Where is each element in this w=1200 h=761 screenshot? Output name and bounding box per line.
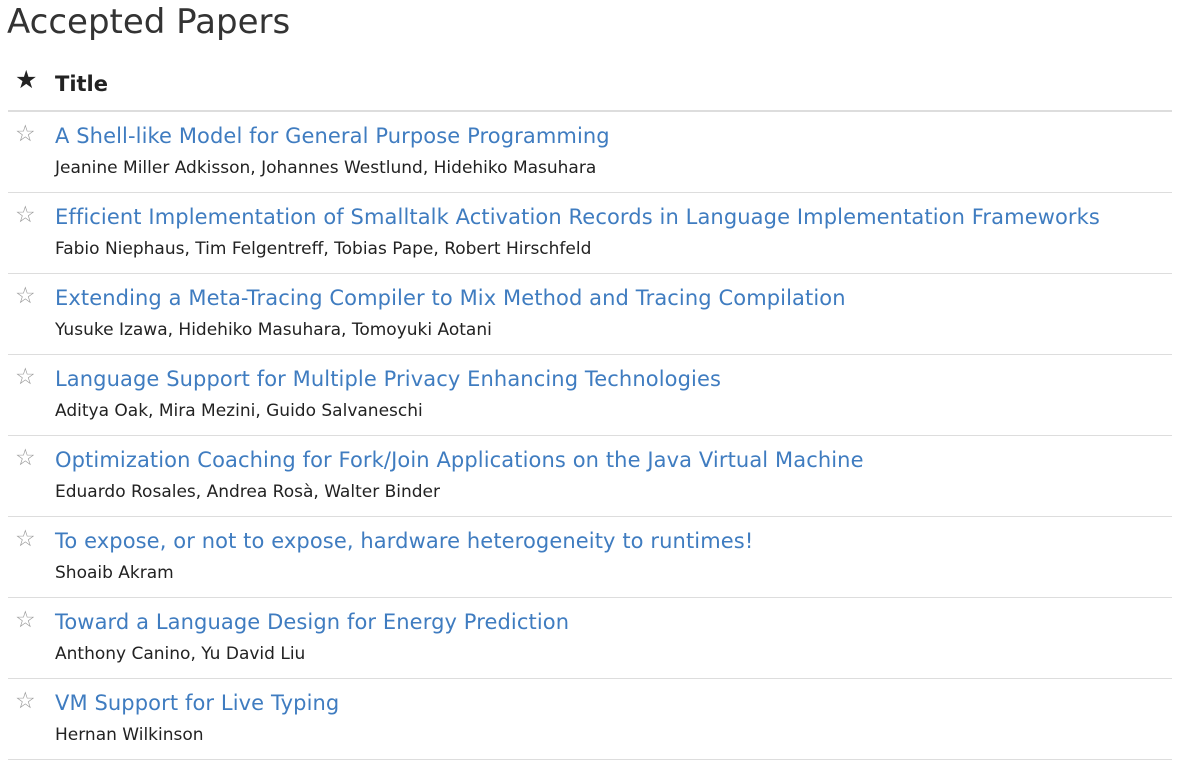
papers-table: ★ Title ☆ A Shell-like Model for General … — [8, 62, 1172, 760]
paper-title-link[interactable]: Language Support for Multiple Privacy En… — [55, 367, 721, 391]
paper-authors: Jeanine Miller Adkisson, Johannes Westlu… — [55, 158, 597, 178]
paper-authors: Anthony Canino, Yu David Liu — [55, 644, 306, 664]
table-row: ☆ Optimization Coaching for Fork/Join App… — [8, 436, 1172, 517]
star-filled-icon[interactable]: ★ — [15, 67, 37, 92]
star-outline-icon[interactable]: ☆ — [15, 366, 36, 389]
table-header: ★ Title — [8, 62, 1172, 112]
star-outline-icon[interactable]: ☆ — [15, 285, 36, 308]
table-row: ☆ Language Support for Multiple Privacy E… — [8, 355, 1172, 436]
paper-title-link[interactable]: Extending a Meta-Tracing Compiler to Mix… — [55, 286, 846, 310]
paper-title-link[interactable]: To expose, or not to expose, hardware he… — [55, 529, 753, 553]
star-outline-icon[interactable]: ☆ — [15, 204, 36, 227]
paper-authors: Yusuke Izawa, Hidehiko Masuhara, Tomoyuk… — [55, 320, 492, 340]
paper-title-link[interactable]: Efficient Implementation of Smalltalk Ac… — [55, 205, 1100, 229]
star-outline-icon[interactable]: ☆ — [15, 528, 36, 551]
paper-authors: Hernan Wilkinson — [55, 725, 204, 745]
paper-authors: Shoaib Akram — [55, 563, 174, 583]
table-row: ☆ Extending a Meta-Tracing Compiler to Mi… — [8, 274, 1172, 355]
star-outline-icon[interactable]: ☆ — [15, 123, 36, 146]
table-row: ☆ Toward a Language Design for Energy Pre… — [8, 598, 1172, 679]
star-outline-icon[interactable]: ☆ — [15, 609, 36, 632]
table-row: ☆ A Shell-like Model for General Purpose … — [8, 112, 1172, 193]
column-header-title[interactable]: Title — [55, 72, 108, 96]
page-title: Accepted Papers — [7, 2, 291, 42]
paper-authors: Eduardo Rosales, Andrea Rosà, Walter Bin… — [55, 482, 440, 502]
star-outline-icon[interactable]: ☆ — [15, 690, 36, 713]
paper-title-link[interactable]: VM Support for Live Typing — [55, 691, 339, 715]
paper-title-link[interactable]: Toward a Language Design for Energy Pred… — [55, 610, 569, 634]
table-row: ☆ Efficient Implementation of Smalltalk A… — [8, 193, 1172, 274]
paper-title-link[interactable]: Optimization Coaching for Fork/Join Appl… — [55, 448, 864, 472]
table-body: ☆ A Shell-like Model for General Purpose … — [8, 112, 1172, 760]
paper-title-link[interactable]: A Shell-like Model for General Purpose P… — [55, 124, 610, 148]
table-row: ☆ VM Support for Live Typing Hernan Wilkin… — [8, 679, 1172, 760]
table-row: ☆ To expose, or not to expose, hardware h… — [8, 517, 1172, 598]
star-outline-icon[interactable]: ☆ — [15, 447, 36, 470]
paper-authors: Fabio Niephaus, Tim Felgentreff, Tobias … — [55, 239, 592, 259]
paper-authors: Aditya Oak, Mira Mezini, Guido Salvanesc… — [55, 401, 423, 421]
